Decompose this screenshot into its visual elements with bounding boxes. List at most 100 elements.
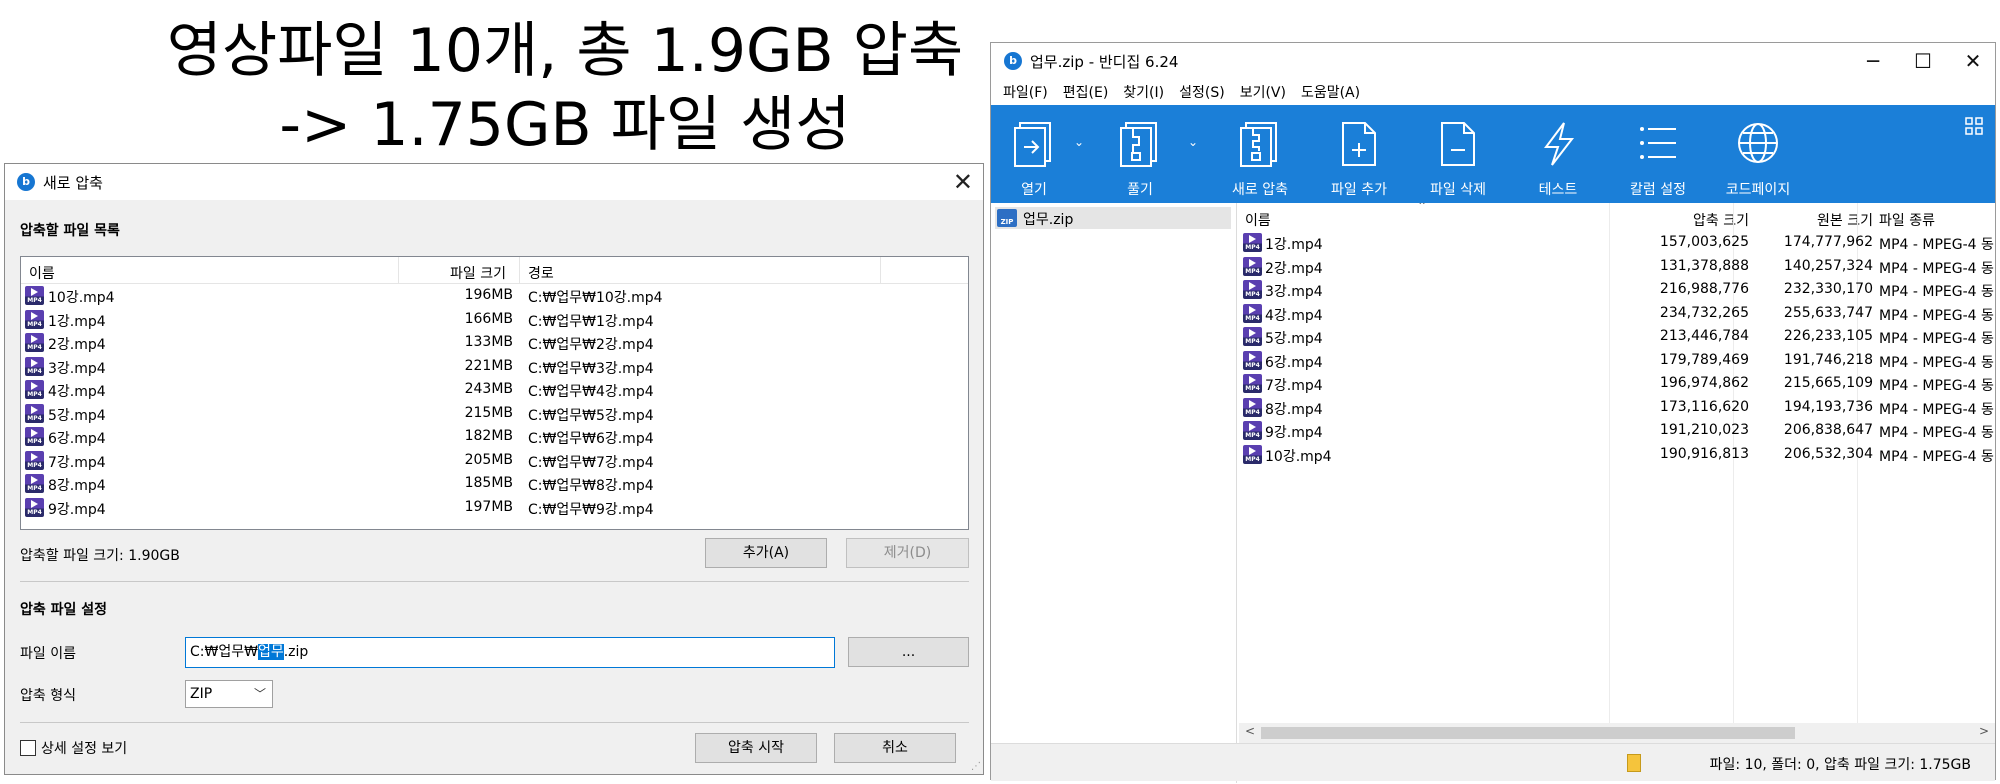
format-select[interactable]: ZIP ﹀ <box>185 680 273 708</box>
table-row[interactable]: 8강.mp4 185MB C:₩업무₩8강.mp4 <box>21 472 968 496</box>
new-archive-button[interactable]: 새로 압축 <box>1232 105 1288 203</box>
column-settings-button[interactable]: 칼럼 설정 <box>1630 105 1686 203</box>
table-row[interactable]: 3강.mp4 221MB C:₩업무₩3강.mp4 <box>21 355 968 379</box>
table-row[interactable]: 8강.mp4 173,116,620 194,193,736 MP4 - MPEG-4… <box>1239 396 1995 420</box>
test-button[interactable]: 테스트 <box>1533 105 1583 203</box>
column-header-file-type[interactable]: 파일 종류 <box>1879 210 1935 230</box>
globe-icon <box>1738 123 1778 163</box>
scrollbar-thumb[interactable] <box>1261 727 1795 739</box>
filename-input[interactable]: C:₩업무₩업무.zip <box>185 637 835 668</box>
table-row[interactable]: 2강.mp4 131,378,888 140,257,324 MP4 - MPEG-4… <box>1239 255 1995 279</box>
file-type: MP4 - MPEG-4 동 <box>1879 378 1994 394</box>
table-row[interactable]: 5강.mp4 213,446,784 226,233,105 MP4 - MPEG-4… <box>1239 325 1995 349</box>
codepage-label: 코드페이지 <box>1725 182 1791 198</box>
file-name: 3강.mp4 <box>48 360 106 377</box>
close-icon[interactable]: ✕ <box>953 166 973 198</box>
original-size: 206,532,304 <box>1783 445 1873 462</box>
advanced-settings-label[interactable]: 상세 설정 보기 <box>41 738 127 758</box>
remove-button[interactable]: 제거(D) <box>846 538 969 568</box>
cancel-button[interactable]: 취소 <box>834 733 956 763</box>
sort-up-icon: ⌃ <box>1417 203 1428 213</box>
add-file-button[interactable]: 파일 추가 <box>1331 105 1387 203</box>
menu-view[interactable]: 보기(V) <box>1240 82 1286 102</box>
archive-file-list[interactable]: 이름 ⌃ 압축 크기 원본 크기 파일 종류 1강.mp4 157,003,625… <box>1239 203 1995 723</box>
menu-help[interactable]: 도움말(A) <box>1301 82 1360 102</box>
table-row[interactable]: 7강.mp4 196,974,862 215,665,109 MP4 - MPEG-4… <box>1239 372 1995 396</box>
add-button[interactable]: 추가(A) <box>705 538 827 568</box>
menu-find[interactable]: 찾기(I) <box>1123 82 1164 102</box>
table-row[interactable]: 4강.mp4 234,732,265 255,633,747 MP4 - MPEG-4… <box>1239 302 1995 326</box>
extract-button[interactable]: 풀기 <box>1115 105 1165 203</box>
scroll-left-icon[interactable]: < <box>1245 724 1255 738</box>
open-dropdown-chevron-icon[interactable]: ⌄ <box>1074 135 1084 149</box>
file-name: 6강.mp4 <box>48 431 106 447</box>
extract-dropdown-chevron-icon[interactable]: ⌄ <box>1188 135 1198 149</box>
menu-settings[interactable]: 설정(S) <box>1179 82 1225 102</box>
status-bar: 파일: 10, 폴더: 0, 압축 파일 크기: 1.75GB <box>991 743 1995 781</box>
advanced-settings-checkbox[interactable] <box>20 740 36 756</box>
open-button[interactable]: 열기 <box>1009 105 1059 203</box>
file-list[interactable]: 이름 파일 크기 경로 10강.mp4 196MB C:₩업무₩10강.mp4 1강.… <box>20 256 969 530</box>
column-header-name[interactable]: 이름 <box>1245 210 1271 230</box>
tree-item-archive[interactable]: 업무.zip <box>995 207 1231 229</box>
archive-status-icon <box>1627 754 1641 772</box>
mp4-file-icon <box>25 474 44 493</box>
original-size: 232,330,170 <box>1783 281 1873 297</box>
delete-file-button[interactable]: 파일 삭제 <box>1430 105 1486 203</box>
column-header-size[interactable]: 파일 크기 <box>404 263 506 283</box>
file-name: 5강.mp4 <box>48 407 106 424</box>
compressed-size: 131,378,888 <box>1659 257 1749 274</box>
file-type: MP4 - MPEG-4 동 <box>1879 260 1994 277</box>
archive-list-header: 이름 ⌃ 압축 크기 원본 크기 파일 종류 <box>1239 203 1995 723</box>
mp4-file-icon <box>1243 256 1262 276</box>
table-row[interactable]: 10강.mp4 196MB C:₩업무₩10강.mp4 <box>21 284 968 308</box>
column-header-original-size[interactable]: 원본 크기 <box>1753 210 1873 230</box>
menu-file[interactable]: 파일(F) <box>1003 82 1048 102</box>
zip-icon <box>997 209 1017 227</box>
table-row[interactable]: 6강.mp4 182MB C:₩업무₩6강.mp4 <box>21 425 968 449</box>
file-name: 4강.mp4 <box>48 384 106 400</box>
table-row[interactable]: 3강.mp4 216,988,776 232,330,170 MP4 - MPEG-4… <box>1239 278 1995 302</box>
table-row[interactable]: 9강.mp4 191,210,023 206,838,647 MP4 - MPEG-4… <box>1239 419 1995 443</box>
file-type: MP4 - MPEG-4 동 <box>1879 331 1994 347</box>
file-path: C:₩업무₩6강.mp4 <box>528 431 654 447</box>
original-size: 194,193,736 <box>1783 398 1873 415</box>
table-row[interactable]: 10강.mp4 190,916,813 206,532,304 MP4 - MPEG-… <box>1239 443 1995 467</box>
new-archive-dialog: b 새로 압축 ✕ 압축할 파일 목록 이름 파일 크기 경로 10강.mp41… <box>4 163 984 775</box>
new-archive-label: 새로 압축 <box>1232 182 1288 198</box>
table-row[interactable]: 4강.mp4 243MB C:₩업무₩4강.mp4 <box>21 378 968 402</box>
table-row[interactable]: 2강.mp4 133MB C:₩업무₩2강.mp4 <box>21 331 968 355</box>
column-settings-label: 칼럼 설정 <box>1630 182 1686 198</box>
new-archive-icon <box>1240 122 1277 167</box>
table-row[interactable]: 5강.mp4 215MB C:₩업무₩5강.mp4 <box>21 402 968 426</box>
scroll-right-icon[interactable]: > <box>1979 724 1989 738</box>
file-size: 221MB <box>464 357 513 374</box>
layout-grid-icon[interactable] <box>1965 117 1983 135</box>
minimize-icon[interactable]: ─ <box>1853 45 1893 77</box>
extract-icon <box>1120 122 1157 167</box>
table-row[interactable]: 1강.mp4 157,003,625 174,777,962 MP4 - MPEG-4… <box>1239 231 1995 255</box>
browse-button[interactable]: ... <box>848 637 969 667</box>
close-icon[interactable]: ✕ <box>1953 45 1993 77</box>
file-type: MP4 - MPEG-4 동 <box>1879 284 1994 300</box>
table-row[interactable]: 6강.mp4 179,789,469 191,746,218 MP4 - MPEG-4… <box>1239 349 1995 373</box>
column-header-compressed-size[interactable]: 압축 크기 <box>1629 210 1749 230</box>
resize-grip-icon[interactable]: ⋰ <box>971 761 981 772</box>
window-titlebar: b 업무.zip - 반디집 6.24 ─ ☐ ✕ <box>991 43 1995 79</box>
compressed-size: 157,003,625 <box>1659 234 1749 250</box>
codepage-button[interactable]: 코드페이지 <box>1726 105 1790 203</box>
maximize-icon[interactable]: ☐ <box>1903 45 1943 77</box>
add-file-icon <box>1342 122 1376 166</box>
file-name: 4강.mp4 <box>1265 307 1323 324</box>
extract-label: 풀기 <box>1127 182 1153 198</box>
table-row[interactable]: 9강.mp4 197MB C:₩업무₩9강.mp4 <box>21 496 968 520</box>
table-row[interactable]: 7강.mp4 205MB C:₩업무₩7강.mp4 <box>21 449 968 473</box>
table-row[interactable]: 1강.mp4 166MB C:₩업무₩1강.mp4 <box>21 308 968 332</box>
file-size: 182MB <box>464 428 513 444</box>
file-size: 185MB <box>464 475 513 491</box>
column-header-name[interactable]: 이름 <box>29 263 55 283</box>
horizontal-scrollbar[interactable]: < > <box>1239 723 1995 743</box>
column-header-path[interactable]: 경로 <box>528 263 554 283</box>
menu-edit[interactable]: 편집(E) <box>1063 82 1109 102</box>
start-compress-button[interactable]: 압축 시작 <box>695 733 817 763</box>
